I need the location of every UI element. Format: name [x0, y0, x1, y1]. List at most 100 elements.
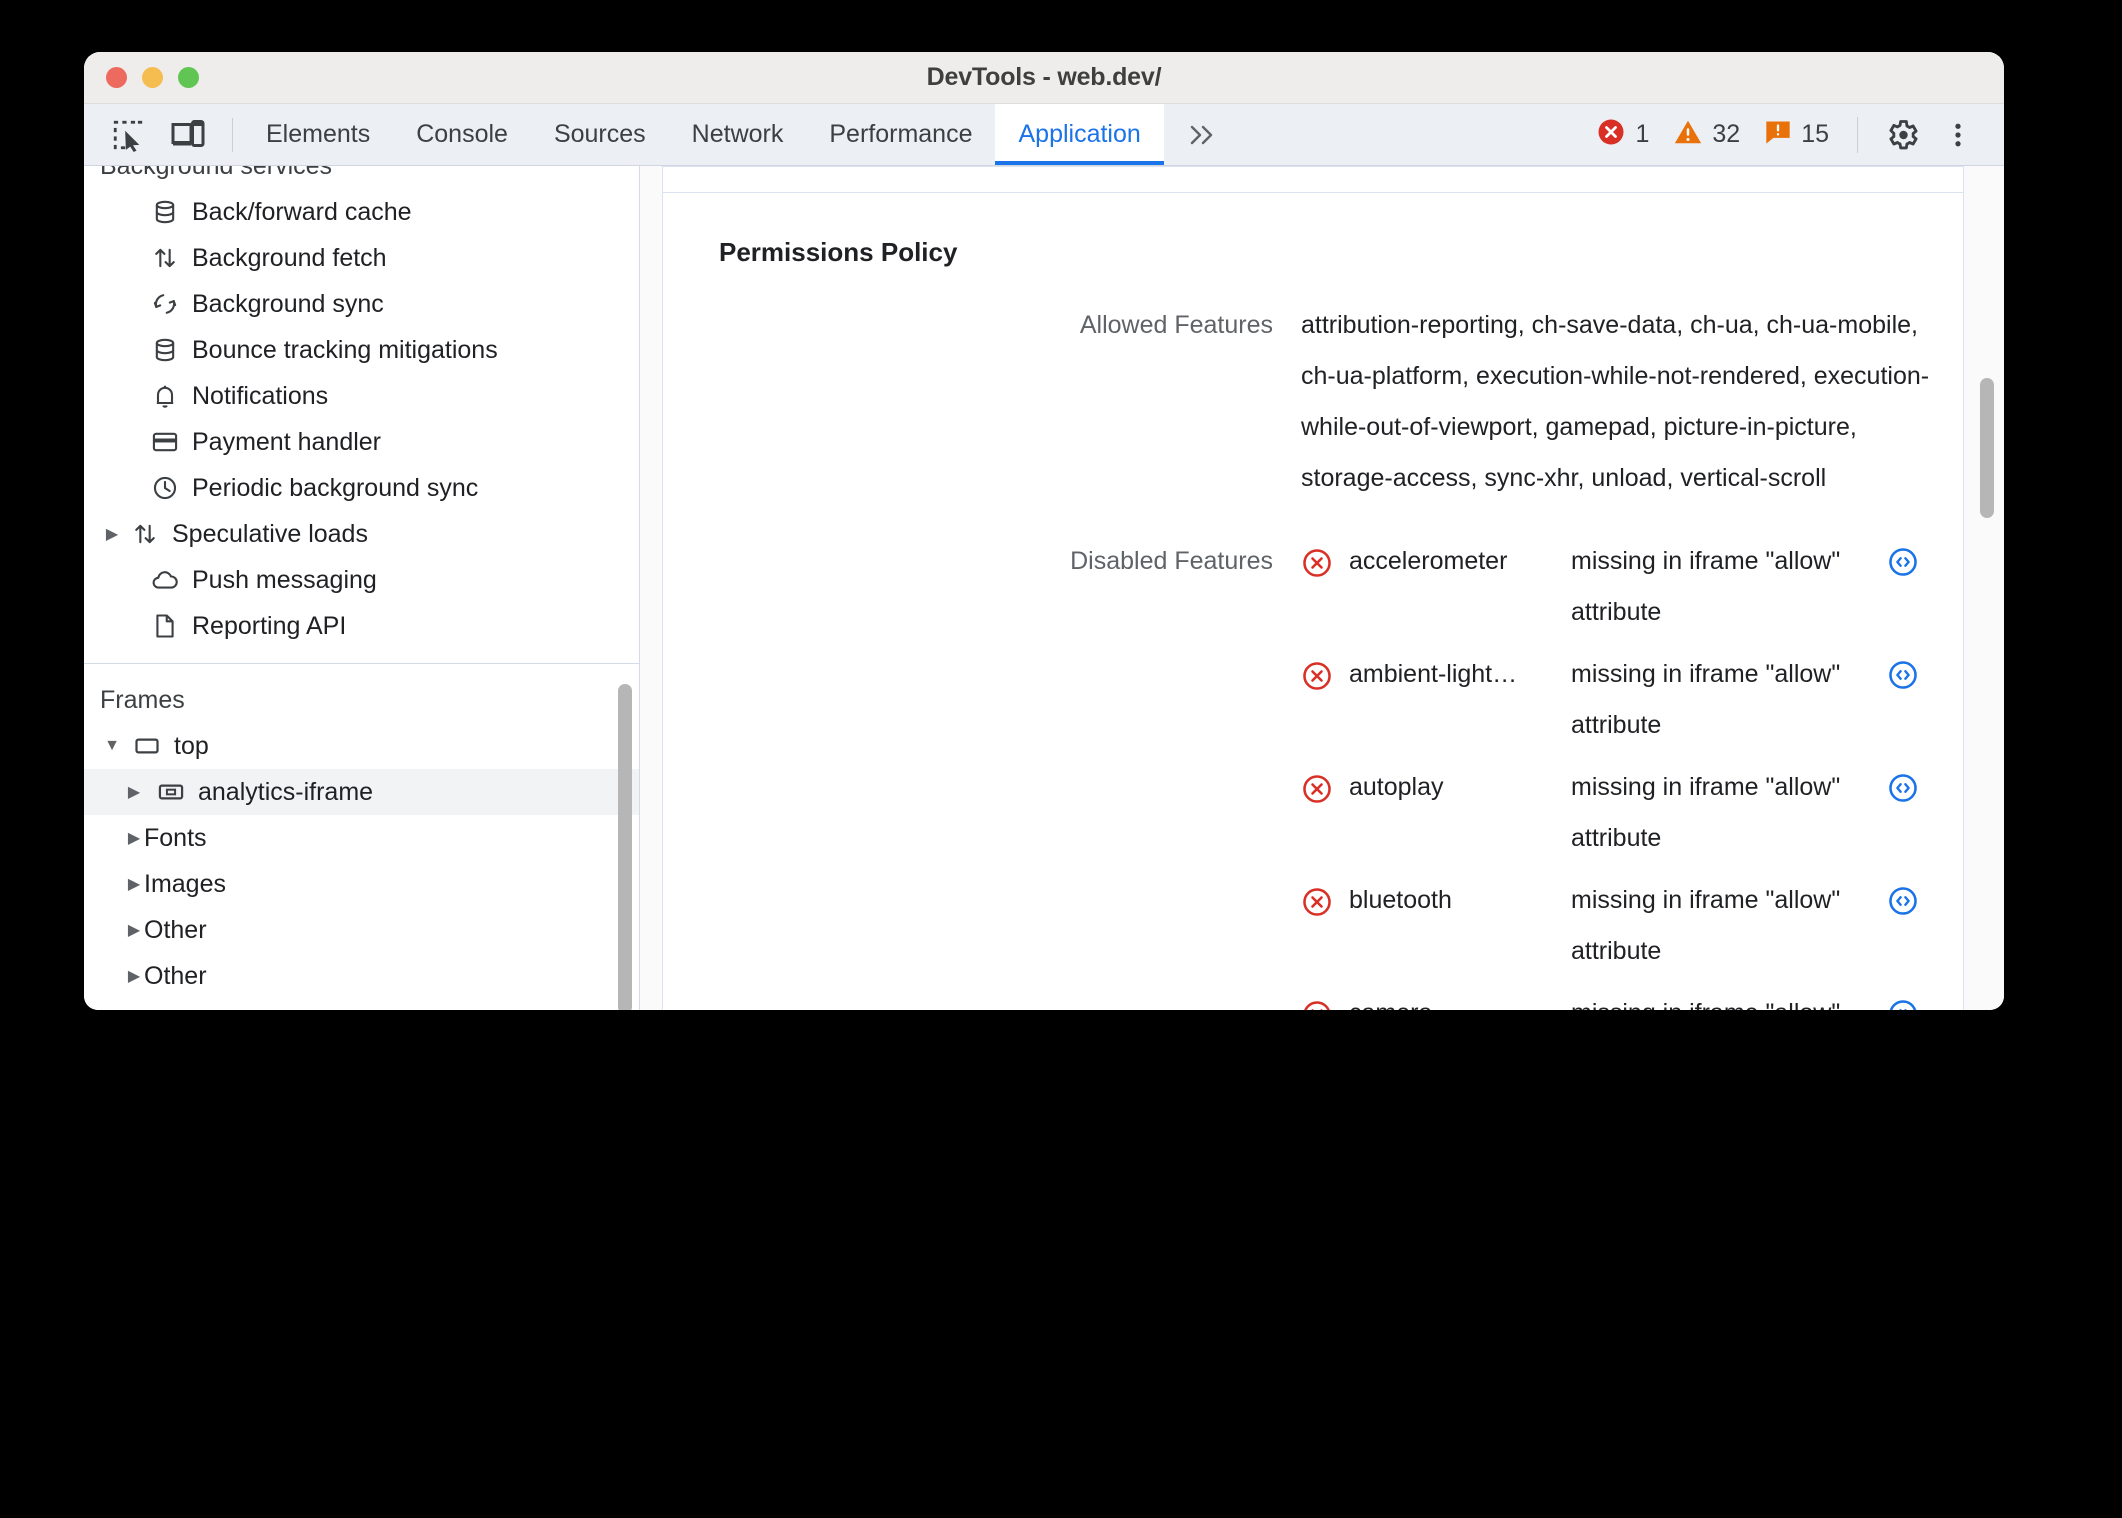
- frame-icon: [130, 732, 164, 760]
- sidebar-item-label: Fonts: [144, 823, 207, 852]
- sidebar-item-fonts[interactable]: ▶ Fonts: [84, 815, 639, 861]
- issue-icon: [1764, 118, 1792, 151]
- card-body: Permissions Policy Allowed Features attr…: [663, 193, 1963, 1010]
- disabled-feature-item: camera missing in iframe "allow" attribu…: [1301, 988, 1963, 1010]
- tab-console[interactable]: Console: [393, 104, 531, 165]
- tab-network[interactable]: Network: [669, 104, 807, 165]
- sidebar-item-push-messaging[interactable]: ▶ Push messaging: [84, 557, 639, 603]
- warning-counter[interactable]: 32: [1663, 117, 1750, 152]
- permissions-policy-card: Permissions Policy Allowed Features attr…: [662, 166, 1964, 1010]
- iframe-icon: [154, 778, 188, 806]
- arrows-up-down-icon: [128, 520, 162, 548]
- tab-label: Network: [691, 120, 784, 148]
- twisty-right-icon[interactable]: ▶: [124, 874, 144, 894]
- sidebar-item-label: Background fetch: [192, 243, 387, 272]
- sidebar-item-speculative-loads[interactable]: ▶ Speculative loads: [84, 511, 639, 557]
- device-toolbar-icon[interactable]: [162, 109, 214, 161]
- sidebar-item-back-forward-cache[interactable]: ▶ Back/forward cache: [84, 189, 639, 235]
- frame-details-panel: Permissions Policy Allowed Features attr…: [640, 166, 2004, 1010]
- tab-application[interactable]: Application: [995, 104, 1165, 165]
- sidebar-item-frame-top[interactable]: ▼ top: [84, 723, 639, 769]
- sidebar-item-frame-analytics-iframe[interactable]: ▶ analytics-iframe: [84, 769, 639, 815]
- sidebar-item-payment-handler[interactable]: ▶ Payment handler: [84, 419, 639, 465]
- tab-elements[interactable]: Elements: [243, 104, 393, 165]
- more-vertical-icon[interactable]: [1932, 109, 1984, 161]
- twisty-down-icon[interactable]: ▼: [102, 737, 122, 755]
- sidebar-item-label: Back/forward cache: [192, 197, 412, 226]
- warning-count: 32: [1712, 120, 1741, 148]
- screen: DevTools - web.dev/ Elements Console Sou…: [0, 0, 2122, 1518]
- sidebar-scrollbar[interactable]: [618, 166, 632, 1010]
- sidebar-item-label: Periodic background sync: [192, 473, 479, 502]
- sidebar-item-other-2[interactable]: ▶ Other: [84, 953, 639, 999]
- sidebar-item-label: Images: [144, 869, 226, 898]
- disabled-features-label: Disabled Features: [1070, 547, 1273, 575]
- code-brackets-icon[interactable]: [1871, 988, 1931, 1010]
- twisty-right-icon[interactable]: ▶: [124, 782, 144, 802]
- sidebar-item-notifications[interactable]: ▶ Notifications: [84, 373, 639, 419]
- sidebar-item-bounce-tracking-mitigations[interactable]: ▶ Bounce tracking mitigations: [84, 327, 639, 373]
- application-sidebar: Background services ▶ Back/forward cache…: [84, 166, 640, 1010]
- sidebar-item-background-fetch[interactable]: ▶ Background fetch: [84, 235, 639, 281]
- twisty-right-icon[interactable]: ▶: [102, 524, 122, 544]
- gear-icon[interactable]: [1876, 109, 1928, 161]
- feature-name: autoplay: [1349, 773, 1444, 801]
- issue-count: 15: [1801, 120, 1829, 148]
- disabled-feature-item: autoplay missing in iframe "allow" attri…: [1301, 762, 1963, 864]
- credit-card-icon: [148, 428, 182, 456]
- feature-name: camera: [1349, 988, 1571, 1010]
- sidebar-item-label: Other: [144, 961, 207, 990]
- issue-counter[interactable]: 15: [1754, 118, 1839, 151]
- bell-icon: [148, 382, 182, 410]
- main-scrollbar-thumb[interactable]: [1980, 378, 1994, 518]
- section-header-frames: Frames: [100, 686, 185, 714]
- tab-label: Performance: [829, 120, 973, 148]
- inspect-element-icon[interactable]: [102, 109, 154, 161]
- sidebar-item-periodic-background-sync[interactable]: ▶ Periodic background sync: [84, 465, 639, 511]
- section-header-background-services: Background services: [100, 166, 333, 180]
- sidebar-item-service-workers[interactable]: ▶ Service workers: [84, 999, 639, 1011]
- feature-reason: missing in iframe "allow" attribute: [1571, 988, 1871, 1010]
- page-title: Permissions Policy: [719, 237, 958, 267]
- tab-label: Console: [416, 120, 508, 148]
- devtools-body: Background services ▶ Back/forward cache…: [84, 166, 2004, 1010]
- sidebar-item-label: Notifications: [192, 381, 329, 410]
- feature-name: accelerometer: [1349, 547, 1508, 575]
- sidebar-item-label: analytics-iframe: [198, 777, 374, 806]
- error-circle-x-icon: [1301, 762, 1349, 810]
- window-title: DevTools - web.dev/: [926, 63, 1162, 91]
- error-icon: [1596, 117, 1626, 152]
- main-scrollbar[interactable]: [1980, 166, 1994, 1010]
- sidebar-item-background-sync[interactable]: ▶ Background sync: [84, 281, 639, 327]
- twisty-right-icon[interactable]: ▶: [124, 828, 144, 848]
- document-icon: [148, 612, 182, 640]
- sidebar-item-other-1[interactable]: ▶ Other: [84, 907, 639, 953]
- tab-label: Application: [1018, 120, 1141, 148]
- sidebar-item-reporting-api[interactable]: ▶ Reporting API: [84, 603, 639, 649]
- code-brackets-icon[interactable]: [1871, 875, 1931, 922]
- feature-reason: missing in iframe "allow" attribute: [1571, 660, 1841, 739]
- sidebar-scrollbar-thumb[interactable]: [618, 684, 632, 1010]
- clock-icon: [148, 474, 182, 502]
- toolbar-right: 1 32 15: [1586, 104, 2004, 165]
- sidebar-item-label: Reporting API: [192, 611, 347, 640]
- code-brackets-icon[interactable]: [1871, 536, 1931, 583]
- allowed-features-value: attribution-reporting, ch-save-data, ch-…: [1301, 311, 1930, 492]
- tab-performance[interactable]: Performance: [806, 104, 995, 165]
- warning-icon: [1673, 117, 1703, 152]
- code-brackets-icon[interactable]: [1871, 649, 1931, 696]
- twisty-right-icon[interactable]: ▶: [124, 920, 144, 940]
- sidebar-item-images[interactable]: ▶ Images: [84, 861, 639, 907]
- tab-sources[interactable]: Sources: [531, 104, 669, 165]
- error-counter[interactable]: 1: [1586, 117, 1659, 152]
- toolbar-divider-2: [1857, 116, 1858, 153]
- feature-reason: missing in iframe "allow" attribute: [1571, 886, 1841, 965]
- code-brackets-icon[interactable]: [1871, 762, 1931, 809]
- twisty-right-icon[interactable]: ▶: [124, 966, 144, 986]
- property-rows: Allowed Features attribution-reporting, …: [663, 268, 1963, 1010]
- feature-reason: missing in iframe "allow" attribute: [1571, 773, 1841, 852]
- sidebar-scroll-content: Background services ▶ Back/forward cache…: [84, 166, 639, 1010]
- devtools-tab-bar: Elements Console Sources Network Perform…: [84, 104, 2004, 166]
- more-tabs-icon[interactable]: [1164, 104, 1242, 165]
- disabled-feature-item: accelerometer missing in iframe "allow" …: [1301, 536, 1963, 638]
